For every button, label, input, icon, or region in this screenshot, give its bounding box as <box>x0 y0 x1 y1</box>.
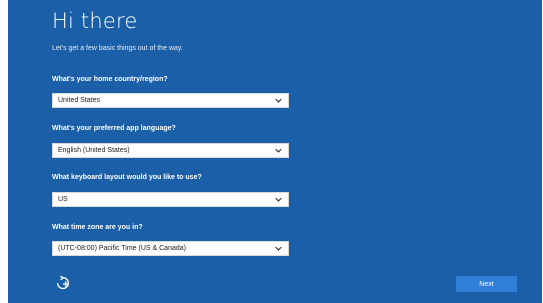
keyboard-label: What keyboard layout would you like to u… <box>52 174 202 181</box>
setup-screen: Hi there Let's get a few basic things ou… <box>8 0 542 303</box>
chevron-down-icon <box>275 197 282 202</box>
language-value: English (United States) <box>58 147 130 154</box>
keyboard-select[interactable]: US <box>52 192 289 207</box>
page-title: Hi there <box>52 9 138 33</box>
chevron-down-icon <box>275 148 282 153</box>
country-value: United States <box>58 97 101 104</box>
country-label: What's your home country/region? <box>52 76 168 83</box>
chevron-down-icon <box>275 98 282 103</box>
chevron-down-icon <box>275 246 282 251</box>
timezone-value: (UTC-08:00) Pacific Time (US & Canada) <box>58 245 186 252</box>
timezone-select[interactable]: (UTC-08:00) Pacific Time (US & Canada) <box>52 241 289 256</box>
page-subtitle: Let's get a few basic things out of the … <box>52 45 183 52</box>
ease-of-access-icon[interactable] <box>54 275 72 293</box>
country-select[interactable]: United States <box>52 93 289 108</box>
language-label: What's your preferred app language? <box>52 125 176 132</box>
timezone-label: What time zone are you in? <box>52 224 143 231</box>
keyboard-value: US <box>58 196 68 203</box>
language-select[interactable]: English (United States) <box>52 143 289 158</box>
next-button[interactable]: Next <box>456 276 517 292</box>
